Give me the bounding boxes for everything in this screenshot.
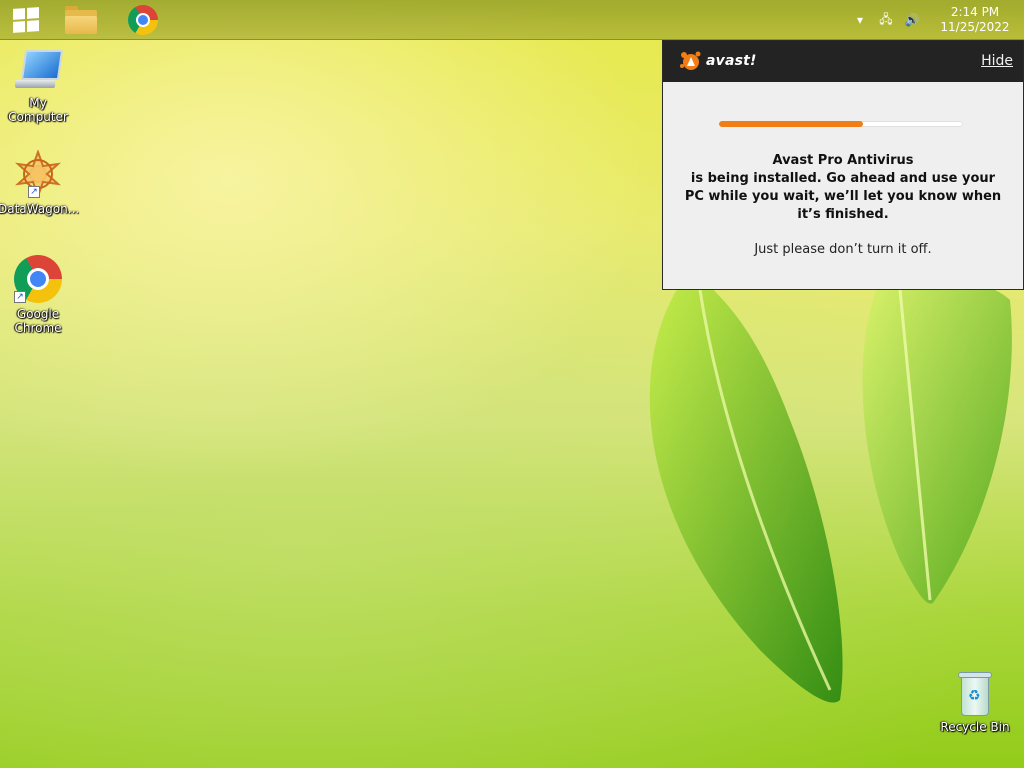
desktop-icon-google-chrome[interactable]: ↗ Google Chrome <box>0 255 78 335</box>
desktop-icon-label: Recycle Bin <box>940 720 1010 734</box>
avast-brand-text: avast! <box>706 53 757 69</box>
desktop-icon-label: My Computer <box>8 96 68 124</box>
install-message-body: is being installed. Go ahead and use you… <box>684 171 1002 222</box>
install-message-title: Avast Pro Antivirus <box>772 153 914 168</box>
hide-link[interactable]: Hide <box>981 53 1013 69</box>
computer-icon <box>15 50 64 92</box>
desktop-icon-recycle-bin[interactable]: ♻ Recycle Bin <box>935 670 1015 734</box>
chevron-up-icon[interactable]: ▾ <box>852 13 868 27</box>
chrome-icon <box>128 5 158 35</box>
install-progress-fill <box>719 121 863 127</box>
install-note: Just please don’t turn it off. <box>754 242 932 257</box>
install-progress-bar <box>719 121 963 127</box>
avast-header: avast! Hide <box>663 41 1023 82</box>
taskbar-file-explorer[interactable] <box>55 0 107 40</box>
datawagon-icon: ↗ <box>14 149 62 199</box>
desktop-icon-label: Google Chrome <box>14 307 62 335</box>
network-icon[interactable]: 🖧 <box>878 10 894 31</box>
folder-icon <box>65 6 97 34</box>
install-message: Avast Pro Antivirus is being installed. … <box>683 152 1003 224</box>
avast-logo: avast! <box>678 48 757 74</box>
avast-install-popup: avast! Hide Avast Pro Antivirus is being… <box>662 40 1024 290</box>
volume-icon[interactable]: 🔊 <box>904 13 920 27</box>
clock[interactable]: 2:14 PM 11/25/2022 <box>930 5 1020 35</box>
taskbar-chrome[interactable] <box>117 0 169 40</box>
clock-date: 11/25/2022 <box>940 20 1010 34</box>
shortcut-arrow-icon: ↗ <box>28 186 40 198</box>
desktop-icon-my-computer[interactable]: My Computer <box>0 50 78 124</box>
recycle-bin-icon: ♻ <box>955 670 995 716</box>
start-button[interactable] <box>0 0 52 40</box>
taskbar: ▾ 🖧 🔊 2:14 PM 11/25/2022 <box>0 0 1024 40</box>
shortcut-arrow-icon: ↗ <box>14 291 26 303</box>
system-tray: ▾ 🖧 🔊 2:14 PM 11/25/2022 <box>852 0 1024 40</box>
clock-time: 2:14 PM <box>950 5 1000 19</box>
avast-logo-icon <box>678 48 704 74</box>
windows-logo-icon <box>13 7 39 33</box>
desktop-icon-label: DataWagon... <box>0 202 80 216</box>
desktop-icon-datawagon[interactable]: ↗ DataWagon... <box>0 149 80 216</box>
